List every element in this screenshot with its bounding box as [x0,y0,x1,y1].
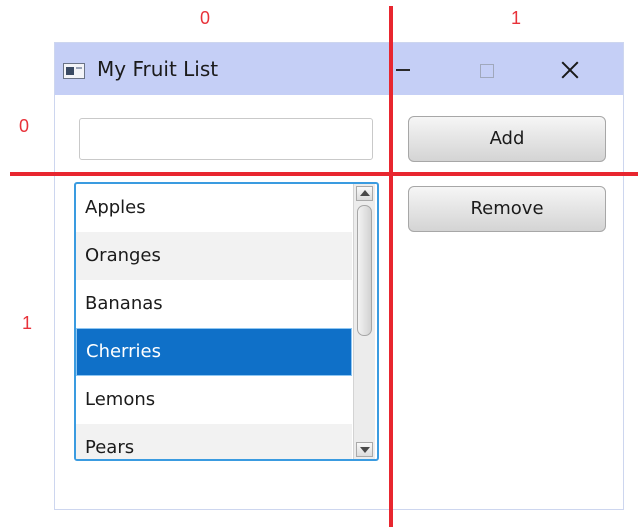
fruit-name-input[interactable] [79,118,373,160]
grid-column-1-label: 1 [511,8,522,28]
remove-button[interactable]: Remove [408,186,606,232]
add-button[interactable]: Add [408,116,606,162]
title-bar[interactable]: My Fruit List [55,43,623,95]
scroll-up-arrow-icon[interactable] [356,186,373,201]
grid-divider-horizontal [10,172,638,176]
list-item[interactable]: Lemons [76,376,352,424]
list-item[interactable]: Apples [76,184,352,232]
window-title: My Fruit List [97,57,219,81]
grid-column-0-label: 0 [200,8,211,28]
list-item[interactable]: Pears [76,424,352,459]
fruit-list-window: My Fruit List Add Remove Apples Oranges … [54,42,624,510]
scroll-down-arrow-icon[interactable] [356,442,373,457]
list-item-selected[interactable]: Cherries [76,328,352,376]
grid-divider-vertical [389,6,393,527]
window-app-icon [63,63,85,79]
grid-row-1-label: 1 [22,313,33,333]
fruit-listview[interactable]: Apples Oranges Bananas Cherries Lemons P… [74,182,379,461]
maximize-icon[interactable] [467,53,507,87]
list-item[interactable]: Bananas [76,280,352,328]
grid-row-0-label: 0 [19,116,30,136]
list-scrollbar[interactable] [353,184,375,459]
scroll-thumb[interactable] [357,205,372,336]
list-item[interactable]: Oranges [76,232,352,280]
close-icon[interactable] [551,53,591,87]
